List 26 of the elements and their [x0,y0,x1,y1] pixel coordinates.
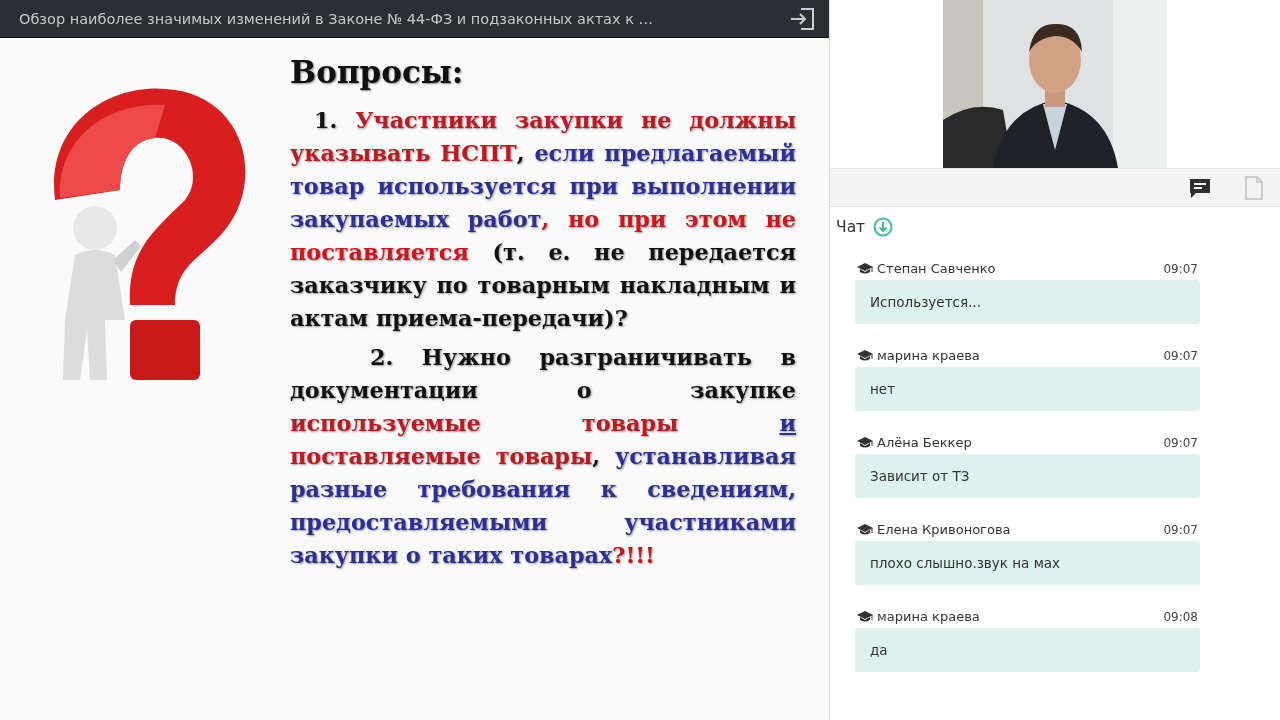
message-time: 09:07 [1163,348,1198,363]
message-time: 09:07 [1163,261,1198,276]
author-name: Степан Савченко [877,261,997,276]
author-name: Алёна Беккер [877,435,973,450]
message-bubble: да [855,628,1200,672]
slide-paragraph: 1. Участники закупки не должны указывать НСПТ, если предлагаемый товар используется при выполнении закупаемых работ, но при этом не поставляется (т. е. не передается заказчику по товарным накладным и актам приема-передачи)? [290,106,796,333]
graduation-cap-icon [857,610,873,623]
exit-icon[interactable] [789,6,815,31]
chat-title: Чат [836,218,866,236]
graduation-cap-icon [857,262,873,275]
message-bubble: Зависит от ТЗ [855,454,1200,498]
slide-title: Вопросы: [290,54,465,90]
message-bubble: Используется... [855,280,1200,324]
message-bubble: нет [855,367,1200,411]
author-name: Елена Кривоногова [877,522,1012,537]
author-name: марина краева [877,609,981,624]
window-title: Обзор наиболее значимых изменений в Законе № 44-ФЗ и подзаконных актах к … [19,10,654,27]
slide-paragraph: 2. Нужно разграничивать в документации о закупке используемые товары и поставляемые товары, устанавливая разные требования к сведениям, предоставляемыми участниками закупки о таких товарах?!!! [290,343,796,570]
graduation-cap-icon [857,523,873,536]
message-time: 09:08 [1163,609,1198,624]
message-time: 09:07 [1163,435,1198,450]
message-time: 09:07 [1163,522,1198,537]
graduation-cap-icon [857,349,873,362]
author-name: марина краева [877,348,981,363]
graduation-cap-icon [857,436,873,449]
message-bubble: плохо слышно.звук на мах [855,541,1200,585]
